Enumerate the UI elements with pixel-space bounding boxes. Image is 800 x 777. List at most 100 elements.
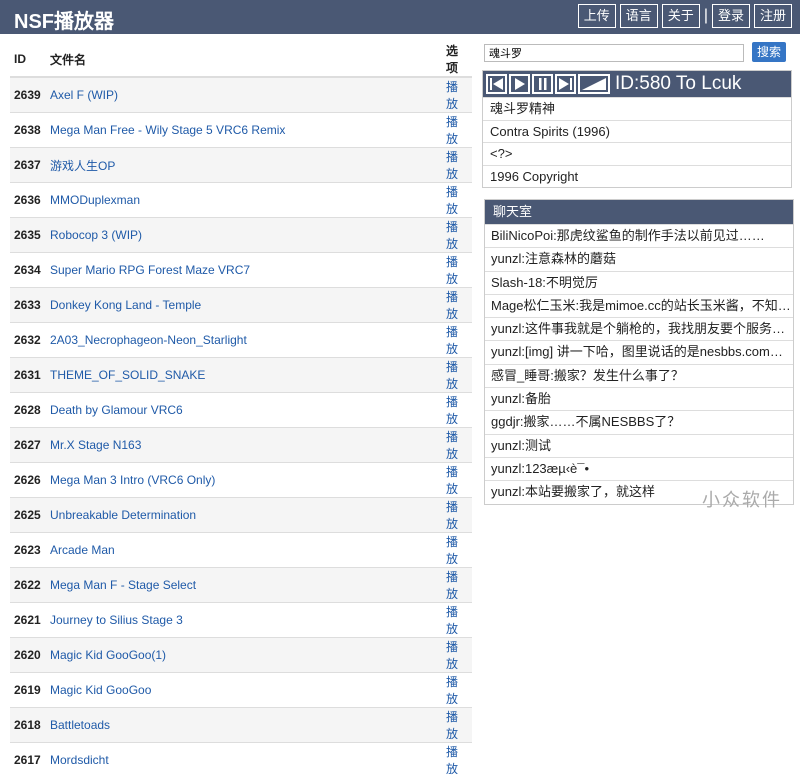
language-button[interactable]: 语言	[620, 4, 658, 28]
filename-link[interactable]: Donkey Kong Land - Temple	[50, 298, 201, 312]
next-track-icon[interactable]	[555, 74, 576, 94]
play-link[interactable]: 播放	[442, 183, 472, 218]
filename-link[interactable]: Mr.X Stage N163	[50, 438, 141, 452]
player-panel: ID:580 To Lcuk 魂斗罗精神Contra Spirits (1996…	[482, 70, 792, 188]
play-link[interactable]: 播放	[442, 393, 472, 428]
table-row: 2631 THEME_OF_SOLID_SNAKE 播放	[10, 358, 472, 393]
table-row: 2636 MMODuplexman 播放	[10, 183, 472, 218]
play-link[interactable]: 播放	[442, 428, 472, 463]
top-navbar: NSF播放器 上传 语言 关于 | 登录 注册	[0, 0, 800, 34]
filename-link[interactable]: THEME_OF_SOLID_SNAKE	[50, 368, 205, 382]
play-link[interactable]: 播放	[442, 533, 472, 568]
table-header-row: ID 文件名 选项	[10, 42, 472, 77]
chat-message: ggdjr:搬家……不属NESBBS了？	[485, 410, 793, 433]
filename-link[interactable]: Magic Kid GooGoo	[50, 683, 151, 697]
filename-link[interactable]: 2A03_Necrophageon-Neon_Starlight	[50, 333, 247, 347]
table-row: 2634Super Mario RPG Forest Maze VRC7播放	[10, 253, 472, 288]
filename-link[interactable]: Mega Man Free - Wily Stage 5 VRC6 Remix	[50, 123, 285, 137]
row-filename: THEME_OF_SOLID_SNAKE	[46, 358, 442, 393]
filename-link[interactable]: Unbreakable Determination	[50, 508, 196, 522]
row-id: 2631	[10, 358, 46, 393]
row-filename: 游戏人生OP	[46, 148, 442, 183]
header-filename: 文件名	[46, 42, 442, 77]
play-link[interactable]: 播放	[442, 113, 472, 148]
row-filename: MMODuplexman	[46, 183, 442, 218]
play-link[interactable]: 播放	[442, 673, 472, 708]
search-input[interactable]	[484, 44, 744, 62]
table-row: 2638Mega Man Free - Wily Stage 5 VRC6 Re…	[10, 113, 472, 148]
row-id: 2639	[10, 77, 46, 113]
song-table-body: 2639Axel F (WIP)播放2638Mega Man Free - Wi…	[10, 77, 472, 777]
app-title[interactable]: NSF播放器	[14, 5, 114, 34]
play-icon[interactable]	[509, 74, 530, 94]
row-id: 2632	[10, 323, 46, 358]
filename-link[interactable]: Mega Man 3 Intro (VRC6 Only)	[50, 473, 215, 487]
header-action: 选项	[442, 42, 472, 77]
row-filename: Unbreakable Determination	[46, 498, 442, 533]
table-row: 2625Unbreakable Determination播放	[10, 498, 472, 533]
filename-link[interactable]: Super Mario RPG Forest Maze VRC7	[50, 263, 250, 277]
row-id: 2617	[10, 743, 46, 777]
play-link[interactable]: 播放	[442, 77, 472, 113]
about-button[interactable]: 关于	[662, 4, 700, 28]
play-link[interactable]: 播放	[442, 743, 472, 777]
chat-messages: BiliNicoPoi:那虎纹鲨鱼的制作手法以前见过……yunzl:注意森林的蘑…	[485, 224, 793, 504]
table-row: 2619 Magic Kid GooGoo 播放	[10, 673, 472, 708]
play-link[interactable]: 播放	[442, 568, 472, 603]
filename-link[interactable]: Mordsdicht	[50, 753, 109, 767]
volume-slider-icon[interactable]	[578, 74, 610, 94]
play-link[interactable]: 播放	[442, 253, 472, 288]
row-id: 2627	[10, 428, 46, 463]
row-filename: Battletoads	[46, 708, 442, 743]
song-table-container: ID 文件名 选项 2639Axel F (WIP)播放2638Mega Man…	[10, 42, 472, 777]
filename-link[interactable]: MMODuplexman	[50, 193, 140, 207]
play-link[interactable]: 播放	[442, 323, 472, 358]
play-link[interactable]: 播放	[442, 708, 472, 743]
row-id: 2619	[10, 673, 46, 708]
filename-link[interactable]: Journey to Silius Stage 3	[50, 613, 183, 627]
table-row: 2632 2A03_Necrophageon-Neon_Starlight 播放	[10, 323, 472, 358]
chat-message: BiliNicoPoi:那虎纹鲨鱼的制作手法以前见过……	[485, 224, 793, 247]
play-link[interactable]: 播放	[442, 498, 472, 533]
previous-track-icon[interactable]	[486, 74, 507, 94]
row-filename: Axel F (WIP)	[46, 77, 442, 113]
row-id: 2626	[10, 463, 46, 498]
login-button[interactable]: 登录	[712, 4, 750, 28]
filename-link[interactable]: Axel F (WIP)	[50, 88, 118, 102]
filename-link[interactable]: Arcade Man	[50, 543, 115, 557]
register-button[interactable]: 注册	[754, 4, 792, 28]
row-filename: Arcade Man	[46, 533, 442, 568]
table-row: 2628 Death by Glamour VRC6 播放	[10, 393, 472, 428]
search-button[interactable]: 搜索	[752, 42, 786, 62]
row-id: 2618	[10, 708, 46, 743]
play-link[interactable]: 播放	[442, 463, 472, 498]
chat-message: yunzl:123æµ‹è¯•	[485, 457, 793, 480]
row-id: 2628	[10, 393, 46, 428]
nav-divider: |	[704, 7, 708, 25]
filename-link[interactable]: Robocop 3 (WIP)	[50, 228, 142, 242]
play-link[interactable]: 播放	[442, 218, 472, 253]
play-link[interactable]: 播放	[442, 603, 472, 638]
track-info-line: Contra Spirits (1996)	[483, 120, 791, 143]
filename-link[interactable]: Mega Man F - Stage Select	[50, 578, 196, 592]
row-filename: Robocop 3 (WIP)	[46, 218, 442, 253]
play-link[interactable]: 播放	[442, 288, 472, 323]
chat-message: yunzl:[img] 讲一下哈，图里说话的是nesbbs.com…	[485, 340, 793, 363]
upload-button[interactable]: 上传	[578, 4, 616, 28]
pause-icon[interactable]	[532, 74, 553, 94]
play-link[interactable]: 播放	[442, 358, 472, 393]
filename-link[interactable]: Death by Glamour VRC6	[50, 403, 183, 417]
row-filename: Journey to Silius Stage 3	[46, 603, 442, 638]
filename-link[interactable]: Battletoads	[50, 718, 110, 732]
table-row: 2621Journey to Silius Stage 3播放	[10, 603, 472, 638]
table-row: 2626 Mega Man 3 Intro (VRC6 Only) 播放	[10, 463, 472, 498]
header-id: ID	[10, 42, 46, 77]
table-row: 2622Mega Man F - Stage Select播放	[10, 568, 472, 603]
play-link[interactable]: 播放	[442, 638, 472, 673]
row-filename: Mega Man 3 Intro (VRC6 Only)	[46, 463, 442, 498]
row-filename: Mr.X Stage N163	[46, 428, 442, 463]
play-link[interactable]: 播放	[442, 148, 472, 183]
filename-link[interactable]: 游戏人生OP	[50, 159, 115, 173]
row-id: 2636	[10, 183, 46, 218]
filename-link[interactable]: Magic Kid GooGoo(1)	[50, 648, 166, 662]
